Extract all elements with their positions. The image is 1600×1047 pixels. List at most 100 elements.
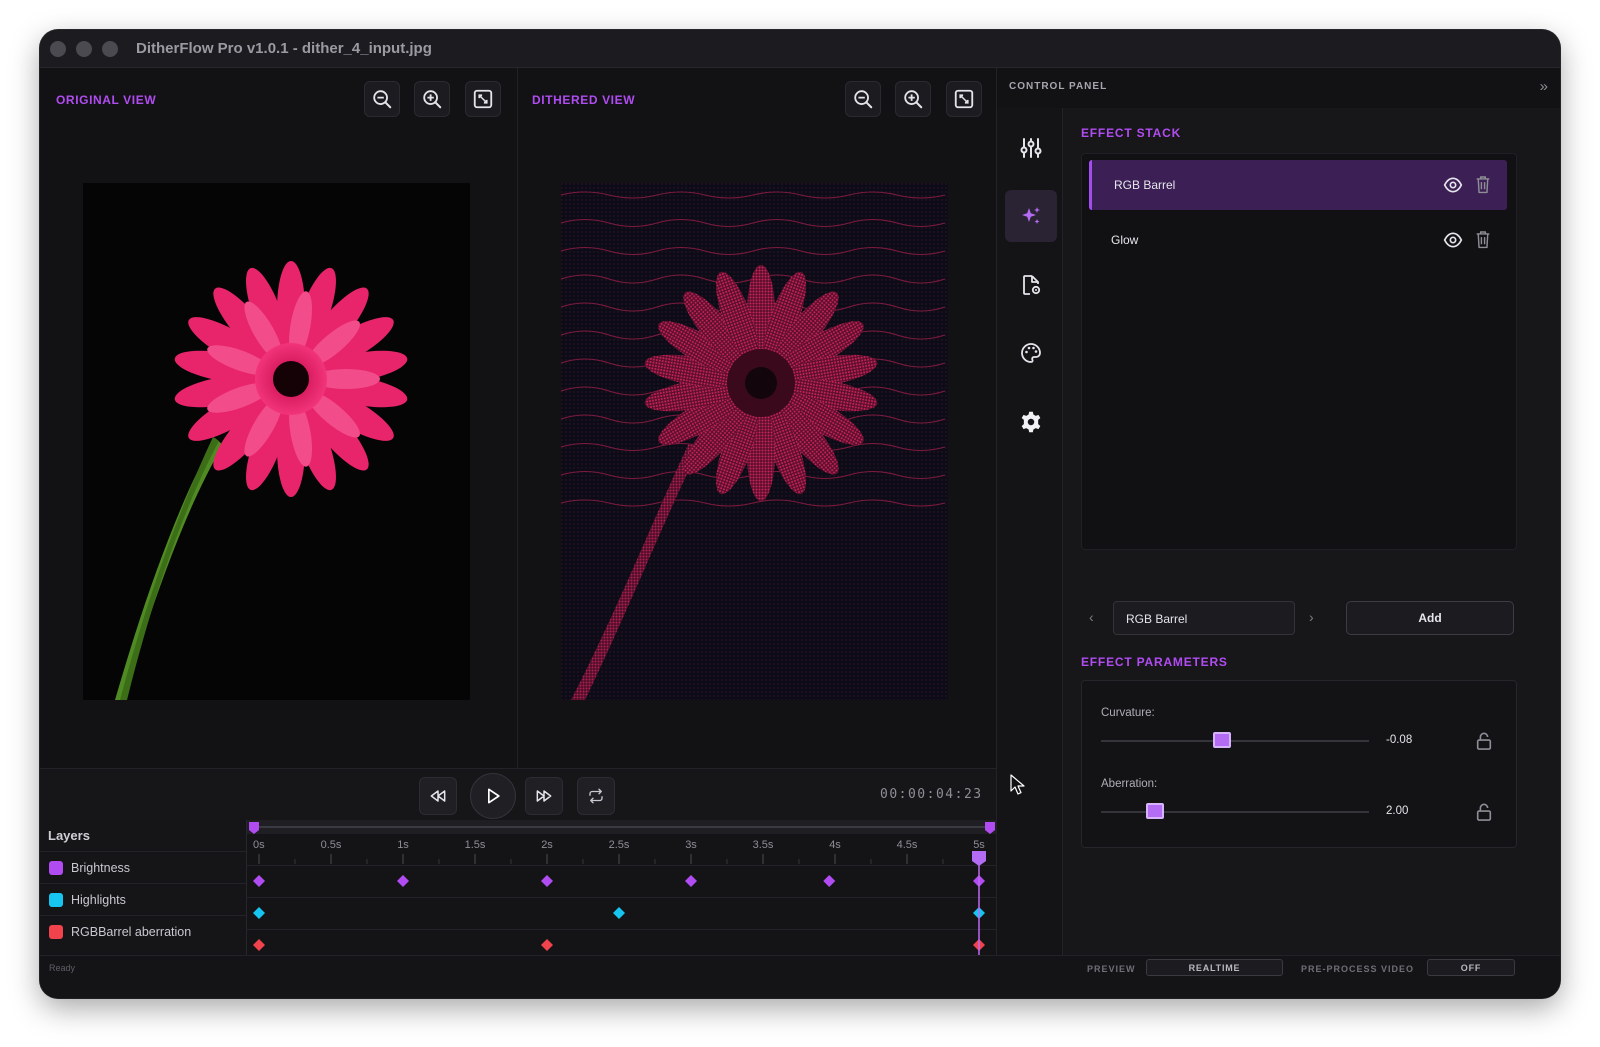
fast-forward-icon [536,790,552,802]
eye-icon[interactable] [1443,176,1463,194]
play-icon [488,788,500,804]
curvature-value: -0.08 [1386,734,1413,746]
transport-bar: 00:00:04:23 [40,768,996,820]
keyframe-marker[interactable] [253,939,265,951]
sparkles-icon [1022,207,1040,224]
keyframe-marker[interactable] [541,939,553,951]
loop-icon [589,788,603,804]
rewind-button[interactable] [419,777,457,815]
curvature-slider-track[interactable] [1101,740,1369,742]
timecode-display: 00:00:04:23 [880,787,983,802]
dithered-image[interactable] [561,183,948,700]
control-panel: CONTROL PANEL » EFFECT STACK RGB Barrel … [996,68,1560,955]
dithered-fit-view-button[interactable] [946,81,982,117]
effect-item-label: Glow [1111,233,1139,247]
play-button[interactable] [470,773,516,819]
timeline-range-bar [251,826,991,828]
aberration-slider-track[interactable] [1101,811,1369,813]
keyframe-marker[interactable] [823,875,836,887]
collapse-panel-icon[interactable]: » [1540,78,1548,95]
rail-file-settings-button[interactable] [1005,259,1057,311]
trash-icon[interactable] [1475,230,1491,249]
timeline-ruler: 0s 0.5s 1s 1.5s 2s 2.5s 3s 3.5s 4s 4.5s 5s [253,839,985,864]
rail-effects-button[interactable] [1005,190,1057,242]
layer-color-swatch [49,893,63,907]
preview-mode-toggle[interactable]: REALTIME [1146,959,1283,976]
effect-item-rgb-barrel[interactable]: RGB Barrel [1089,160,1507,210]
timeline-tick-label: 4s [829,839,841,851]
minimize-window-button[interactable] [76,41,92,57]
layer-color-swatch [49,925,63,939]
effect-picker-field[interactable]: RGB Barrel [1113,601,1295,635]
fit-to-screen-icon [954,89,974,109]
layer-color-swatch [49,861,63,875]
control-panel-rail [997,108,1063,955]
zoom-out-icon [373,90,392,109]
palette-icon [1021,343,1041,363]
layer-row-brightness[interactable]: Brightness [40,851,246,883]
aberration-value: 2.00 [1386,805,1409,817]
layers-panel: Layers Brightness Highlights RGBBarrel a… [40,820,246,955]
dithered-zoom-out-button[interactable] [845,81,881,117]
dithered-flower-picture [561,183,948,700]
chevron-right-icon[interactable]: › [1309,609,1314,625]
original-view-pane: ORIGINAL VIEW [40,68,517,768]
dithered-view-pane: DITHERED VIEW [518,68,996,768]
aberration-slider-thumb[interactable] [1145,803,1164,819]
unlock-icon[interactable] [1475,802,1493,822]
keyframe-marker[interactable] [685,875,697,887]
app-window: DitherFlow Pro v1.0.1 - dither_4_input.j… [40,30,1560,998]
preprocess-video-toggle[interactable]: OFF [1427,959,1515,976]
timeline-tick-label: 3s [685,839,697,851]
timeline-tick-label: 0s [253,839,265,851]
playhead-handle[interactable] [972,851,986,866]
playhead[interactable] [972,851,986,955]
window-title: DitherFlow Pro v1.0.1 - dither_4_input.j… [136,40,432,57]
layer-label: Highlights [71,893,126,907]
timeline-tick-label: 4.5s [897,839,918,851]
timeline[interactable]: 0s 0.5s 1s 1.5s 2s 2.5s 3s 3.5s 4s 4.5s 5s [246,820,997,955]
unlock-icon[interactable] [1475,731,1493,751]
original-fit-view-button[interactable] [465,81,501,117]
effect-stack-list: RGB Barrel Glow [1081,153,1517,550]
curvature-slider-thumb[interactable] [1212,732,1231,748]
zoom-out-icon [854,90,873,109]
fast-forward-button[interactable] [525,777,563,815]
original-flower-picture [83,183,470,700]
timeline-tick-label: 5s [973,839,985,851]
eye-icon[interactable] [1443,231,1463,249]
layer-row-highlights[interactable]: Highlights [40,883,246,915]
title-bar: DitherFlow Pro v1.0.1 - dither_4_input.j… [40,30,1560,68]
timeline-tick-label: 3.5s [753,839,774,851]
aberration-label: Aberration: [1101,778,1158,790]
effect-item-glow[interactable]: Glow [1089,215,1507,265]
loop-button[interactable] [577,777,615,815]
zoom-window-button[interactable] [102,41,118,57]
timeline-canvas[interactable]: 0s 0.5s 1s 1.5s 2s 2.5s 3s 3.5s 4s 4.5s 5s [247,820,997,955]
preprocess-video-label: PRE-PROCESS VIDEO [1301,964,1415,974]
layer-row-rgbbarrel-aberration[interactable]: RGBBarrel aberration [40,915,246,947]
trash-icon[interactable] [1475,175,1491,194]
original-image[interactable] [83,183,470,700]
effect-item-label: RGB Barrel [1114,178,1176,192]
dithered-zoom-in-button[interactable] [895,81,931,117]
keyframe-marker[interactable] [253,875,265,887]
chevron-left-icon[interactable]: ‹ [1089,609,1094,625]
effect-parameters-box: Curvature: -0.08 Aberration: 2.00 [1081,680,1517,848]
keyframe-marker[interactable] [397,875,409,887]
keyframe-marker[interactable] [253,907,265,919]
timeline-tick-label: 2s [541,839,553,851]
zoom-in-icon [423,90,442,109]
rail-palette-button[interactable] [1005,327,1057,379]
rail-adjustments-button[interactable] [1005,122,1057,174]
keyframe-marker[interactable] [613,907,625,919]
rail-settings-button[interactable] [1005,396,1057,448]
timeline-tick-label: 0.5s [321,839,342,851]
close-window-button[interactable] [50,41,66,57]
keyframe-marker[interactable] [541,875,553,887]
add-effect-button[interactable]: Add [1346,601,1514,635]
original-zoom-in-button[interactable] [414,81,450,117]
layer-label: RGBBarrel aberration [71,925,192,939]
original-zoom-out-button[interactable] [364,81,400,117]
keyframe-layer [253,875,985,951]
